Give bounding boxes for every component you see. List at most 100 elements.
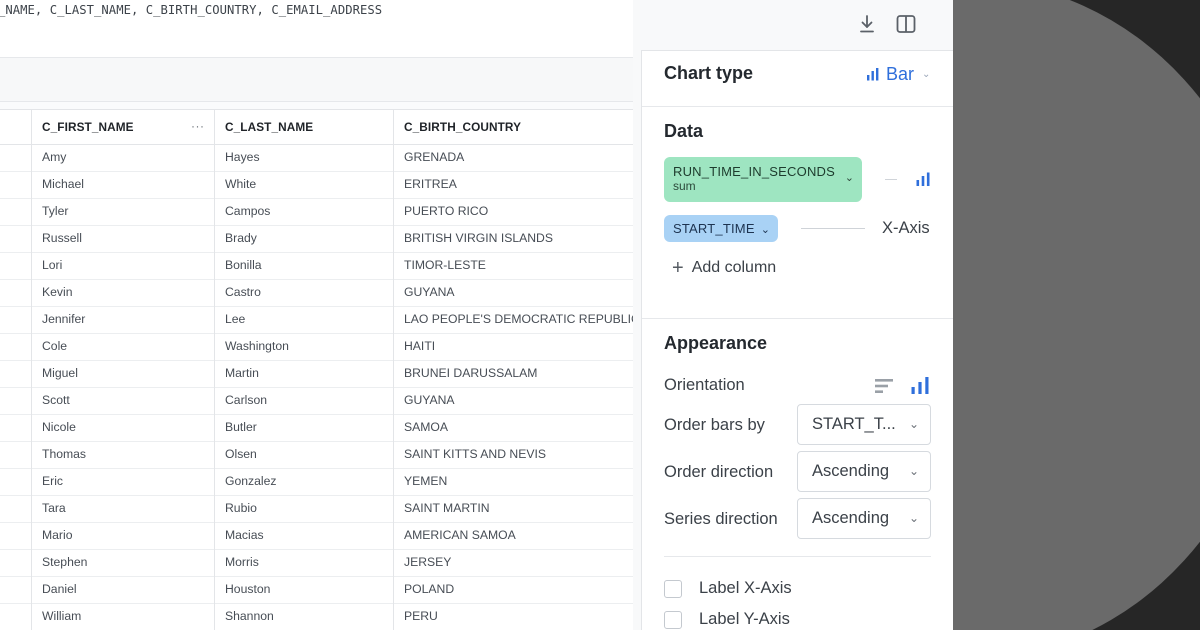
add-column-label: Add column	[691, 259, 777, 276]
table-cell[interactable]: Amy	[42, 144, 207, 171]
table-cell[interactable]: Rubio	[225, 495, 390, 522]
table-cell[interactable]: Hayes	[225, 144, 390, 171]
series-column-name: RUN_TIME_IN_SECONDS	[673, 164, 835, 179]
table-cell[interactable]: BRITISH VIRGIN ISLANDS	[404, 225, 633, 252]
chart-settings: Chart type Bar ⌄ Data RUN_TIME_IN_SECOND…	[641, 50, 953, 630]
table-cell[interactable]: JERSEY	[404, 549, 633, 576]
column-header[interactable]: C_FIRST_NAME	[42, 110, 134, 144]
table-cell[interactable]: Mario	[42, 522, 207, 549]
chevron-down-icon: ⌄	[760, 224, 771, 236]
table-cell[interactable]: GUYANA	[404, 279, 633, 306]
label-y-axis-checkbox-row[interactable]: Label Y-Axis	[664, 610, 790, 629]
table-cell[interactable]: Stephen	[42, 549, 207, 576]
table-cell[interactable]: POLAND	[404, 576, 633, 603]
table-cell[interactable]: PUERTO RICO	[404, 198, 633, 225]
plus-icon: +	[672, 257, 684, 279]
table-cell[interactable]: TIMOR-LESTE	[404, 252, 633, 279]
table-cell[interactable]: Lori	[42, 252, 207, 279]
table-cell[interactable]: SAINT KITTS AND NEVIS	[404, 441, 633, 468]
chart-config-panel: Chart type Bar ⌄ Data RUN_TIME_IN_SECOND…	[633, 0, 953, 630]
order-direction-value: Ascending	[812, 462, 890, 480]
table-cell[interactable]: Miguel	[42, 360, 207, 387]
x-axis-column-pill[interactable]: START_TIME ⌄	[664, 215, 778, 242]
label-y-axis-checkbox[interactable]	[664, 610, 682, 629]
divider	[642, 318, 953, 319]
table-cell[interactable]: White	[225, 171, 390, 198]
table-cell[interactable]: SAMOA	[404, 414, 633, 441]
table-cell[interactable]: Morris	[225, 549, 390, 576]
table-cell[interactable]: Jennifer	[42, 306, 207, 333]
label-x-axis-checkbox[interactable]	[664, 579, 682, 598]
table-cell[interactable]: Gonzalez	[225, 468, 390, 495]
x-axis-connector	[801, 228, 865, 229]
sql-editor[interactable]: _NAME, C_LAST_NAME, C_BIRTH_COUNTRY, C_E…	[0, 0, 633, 58]
table-cell[interactable]: Scott	[42, 387, 207, 414]
order-bars-by-label: Order bars by	[664, 416, 765, 434]
table-cell[interactable]: Campos	[225, 198, 390, 225]
table-cell[interactable]: Michael	[42, 171, 207, 198]
column-divider[interactable]	[31, 110, 32, 630]
vertical-orientation-icon[interactable]	[910, 376, 930, 394]
sidebar-toggle-icon[interactable]	[895, 13, 917, 35]
table-cell[interactable]: Lee	[225, 306, 390, 333]
table-cell[interactable]: Kevin	[42, 279, 207, 306]
column-header[interactable]: C_LAST_NAME	[225, 110, 313, 144]
table-cell[interactable]: GRENADA	[404, 144, 633, 171]
orientation-label: Orientation	[664, 376, 745, 394]
chevron-down-icon: ⌄	[844, 172, 854, 184]
column-header[interactable]: C_BIRTH_COUNTRY	[404, 110, 521, 144]
table-cell[interactable]: PERU	[404, 603, 633, 630]
table-cell[interactable]: Nicole	[42, 414, 207, 441]
table-cell[interactable]: Macias	[225, 522, 390, 549]
table-cell[interactable]: Eric	[42, 468, 207, 495]
column-divider[interactable]	[214, 110, 215, 630]
table-cell[interactable]: HAITI	[404, 333, 633, 360]
series-direction-value: Ascending	[812, 509, 890, 527]
sql-query-text[interactable]: _NAME, C_LAST_NAME, C_BIRTH_COUNTRY, C_E…	[0, 3, 382, 17]
table-cell[interactable]: Cole	[42, 333, 207, 360]
table-cell[interactable]: Russell	[42, 225, 207, 252]
column-divider[interactable]	[393, 110, 394, 630]
column-menu-icon[interactable]: ···	[191, 110, 205, 144]
table-cell[interactable]: Tara	[42, 495, 207, 522]
appearance-section-title: Appearance	[664, 333, 768, 353]
series-column-pill[interactable]: RUN_TIME_IN_SECONDS sum ⌄	[664, 157, 862, 202]
series-direction-label: Series direction	[664, 510, 778, 528]
table-cell[interactable]: AMERICAN SAMOA	[404, 522, 633, 549]
table-cell[interactable]: Bonilla	[225, 252, 390, 279]
table-cell[interactable]: ERITREA	[404, 171, 633, 198]
table-cell[interactable]: Brady	[225, 225, 390, 252]
table-cell[interactable]: Tyler	[42, 198, 207, 225]
divider	[664, 556, 931, 557]
label-x-axis-label: Label X-Axis	[699, 579, 792, 597]
table-cell[interactable]: Houston	[225, 576, 390, 603]
order-direction-select[interactable]: Ascending ⌄	[797, 451, 931, 492]
table-cell[interactable]: Martin	[225, 360, 390, 387]
data-section-title: Data	[664, 121, 704, 141]
order-bars-by-value: START_T...	[812, 415, 896, 433]
add-column-button[interactable]: + Add column	[672, 257, 777, 279]
table-cell[interactable]: Carlson	[225, 387, 390, 414]
series-direction-select[interactable]: Ascending ⌄	[797, 498, 931, 539]
label-x-axis-checkbox-row[interactable]: Label X-Axis	[664, 579, 792, 598]
table-cell[interactable]: Castro	[225, 279, 390, 306]
table-cell[interactable]: BRUNEI DARUSSALAM	[404, 360, 633, 387]
horizontal-orientation-icon[interactable]	[874, 377, 894, 395]
table-cell[interactable]: Daniel	[42, 576, 207, 603]
table-cell[interactable]: Washington	[225, 333, 390, 360]
table-cell[interactable]: YEMEN	[404, 468, 633, 495]
chevron-down-icon: ⌄	[908, 417, 919, 431]
order-bars-by-select[interactable]: START_T... ⌄	[797, 404, 931, 445]
table-cell[interactable]: Olsen	[225, 441, 390, 468]
chart-type-select[interactable]: Bar ⌄	[866, 62, 930, 86]
table-cell[interactable]: Thomas	[42, 441, 207, 468]
table-cell[interactable]: Butler	[225, 414, 390, 441]
table-cell[interactable]: Shannon	[225, 603, 390, 630]
table-cell[interactable]: GUYANA	[404, 387, 633, 414]
table-cell[interactable]: LAO PEOPLE'S DEMOCRATIC REPUBLIC	[404, 306, 633, 333]
chevron-down-icon: ⌄	[908, 511, 919, 525]
series-bar-chart-icon[interactable]	[915, 171, 931, 187]
table-cell[interactable]: SAINT MARTIN	[404, 495, 633, 522]
download-icon[interactable]	[856, 12, 878, 36]
table-cell[interactable]: William	[42, 603, 207, 630]
